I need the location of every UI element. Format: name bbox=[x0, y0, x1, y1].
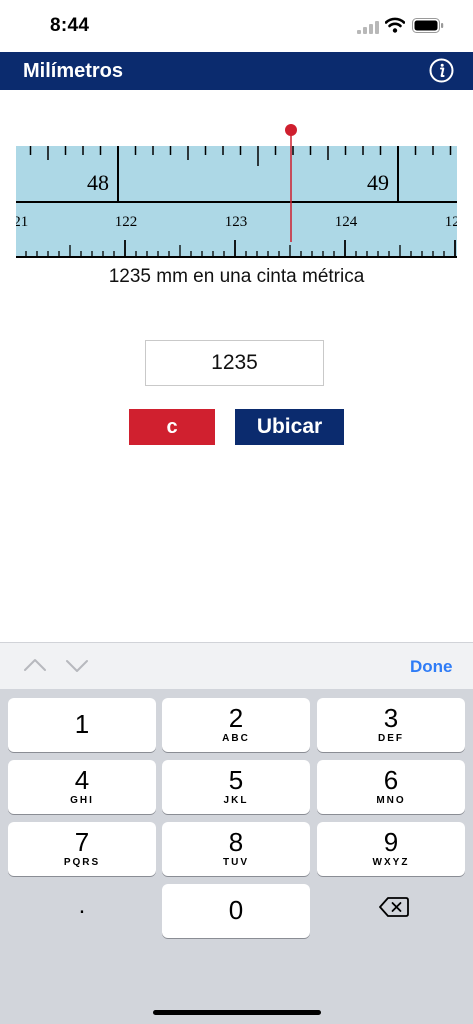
ruler-caption: 1235 mm en una cinta métrica bbox=[108, 266, 365, 287]
key-digit: 6 bbox=[383, 765, 399, 795]
key-digit: 7 bbox=[74, 827, 90, 857]
key-letters: ABC bbox=[222, 733, 250, 744]
cm-label: 123 bbox=[225, 214, 248, 230]
status-bar: 8:44 bbox=[0, 0, 473, 52]
key-2[interactable]: 2 ABC bbox=[162, 698, 310, 752]
key-4[interactable]: 4 GHI bbox=[8, 760, 156, 814]
cm-label: 125 bbox=[445, 214, 457, 230]
key-9[interactable]: 9 WXYZ bbox=[317, 822, 465, 876]
info-icon[interactable] bbox=[429, 58, 454, 83]
backspace-icon[interactable] bbox=[379, 896, 409, 918]
numeric-keypad: 1 2 ABC 3 DEF 4 GHI 5 JKL 6 MNO 7 PQRS 8… bbox=[0, 689, 473, 1024]
nav-bar: Milímetros bbox=[0, 52, 473, 90]
key-letters: DEF bbox=[378, 733, 404, 744]
key-letters: GHI bbox=[70, 795, 94, 806]
inch-label: 49 bbox=[367, 170, 389, 195]
tape-measure: 48 49 121 122 123 124 125 bbox=[16, 124, 457, 258]
key-digit: 9 bbox=[383, 827, 399, 857]
key-digit: 3 bbox=[383, 703, 399, 733]
page-title: Milímetros bbox=[23, 60, 124, 82]
key-8[interactable]: 8 TUV bbox=[162, 822, 310, 876]
key-letters: MNO bbox=[376, 795, 406, 806]
wifi-icon bbox=[385, 17, 405, 33]
chevron-down-icon[interactable] bbox=[66, 658, 88, 674]
cm-label: 124 bbox=[335, 214, 358, 230]
key-digit: 2 bbox=[228, 703, 244, 733]
key-7[interactable]: 7 PQRS bbox=[8, 822, 156, 876]
key-decimal-point[interactable]: . bbox=[8, 884, 156, 938]
cm-label: 122 bbox=[115, 214, 138, 230]
key-digit: 0 bbox=[228, 895, 244, 925]
done-button[interactable]: Done bbox=[410, 657, 453, 677]
key-digit: 1 bbox=[74, 709, 90, 739]
home-indicator bbox=[153, 1010, 321, 1015]
key-digit: 8 bbox=[228, 827, 244, 857]
cm-label: 121 bbox=[16, 214, 28, 230]
key-digit: 4 bbox=[74, 765, 90, 795]
key-5[interactable]: 5 JKL bbox=[162, 760, 310, 814]
keyboard-toolbar: Done bbox=[0, 642, 473, 689]
status-time: 8:44 bbox=[50, 15, 90, 36]
cellular-signal-icon bbox=[357, 21, 379, 34]
key-letters: PQRS bbox=[63, 857, 101, 868]
key-dot-label: . bbox=[78, 892, 86, 919]
clear-button[interactable]: c bbox=[129, 409, 215, 445]
key-0[interactable]: 0 bbox=[162, 884, 310, 938]
position-marker-dot bbox=[285, 124, 297, 136]
millimeters-input[interactable] bbox=[145, 340, 324, 386]
key-letters: TUV bbox=[223, 857, 249, 868]
key-letters: JKL bbox=[223, 795, 249, 806]
locate-button[interactable]: Ubicar bbox=[235, 409, 344, 445]
inch-label: 48 bbox=[87, 170, 109, 195]
key-6[interactable]: 6 MNO bbox=[317, 760, 465, 814]
chevron-up-icon[interactable] bbox=[24, 657, 46, 673]
key-3[interactable]: 3 DEF bbox=[317, 698, 465, 752]
key-letters: WXYZ bbox=[372, 857, 410, 868]
key-digit: 5 bbox=[228, 765, 244, 795]
key-1[interactable]: 1 bbox=[8, 698, 156, 752]
battery-icon bbox=[412, 18, 444, 33]
